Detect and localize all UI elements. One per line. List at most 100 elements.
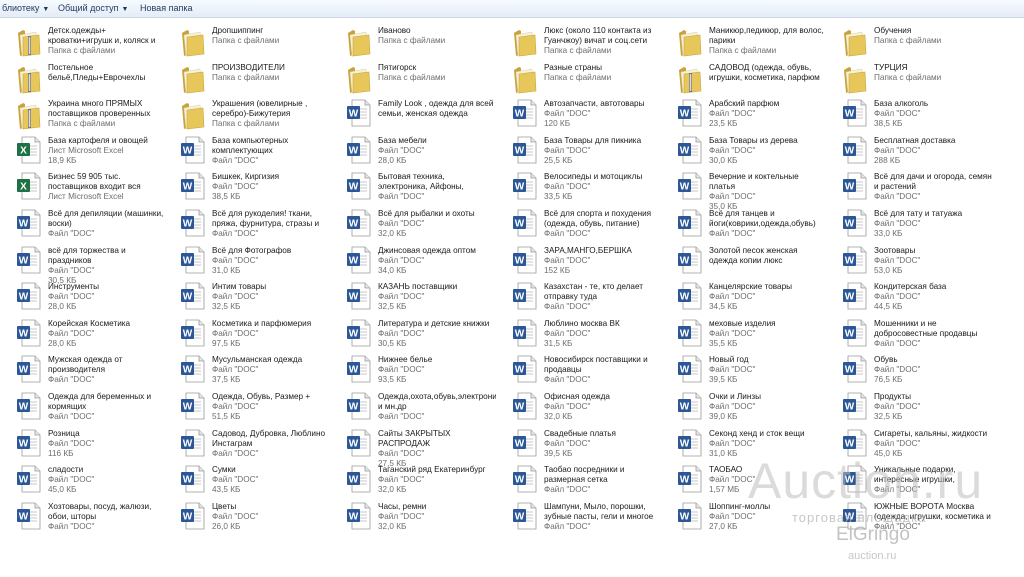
file-item[interactable]: W Продукты Файл "DOC" 32,5 КБ bbox=[828, 389, 988, 425]
svg-text:W: W bbox=[183, 475, 193, 486]
file-item[interactable]: W Одежда для беременных и кормящих Файл "D… bbox=[2, 389, 162, 425]
file-item[interactable]: W Автозапчасти, автотовары Файл "DOC" 120 К… bbox=[498, 96, 658, 132]
svg-text:W: W bbox=[183, 328, 193, 339]
file-item[interactable]: W Шампуни, Мыло, порошки, зубные пасты, г… bbox=[498, 499, 658, 535]
file-item[interactable]: W Бишкек, Киргизия Файл "DOC" 38,5 КБ bbox=[166, 169, 326, 205]
file-item[interactable]: W Бытовая техника, электроника, Айфоны, с… bbox=[332, 169, 492, 205]
svg-text:W: W bbox=[19, 438, 29, 449]
file-item[interactable]: САДОВОД (одежда, обувь, игрушки, космети… bbox=[663, 60, 823, 96]
file-item[interactable]: X Бизнес 59 905 тыс. поставщиков входит в… bbox=[2, 169, 162, 205]
file-item[interactable]: W Уникальные подарки, интересные игрушки,… bbox=[828, 462, 988, 498]
file-item[interactable]: W Новый год Файл "DOC" 39,5 КБ bbox=[663, 352, 823, 388]
file-item[interactable]: W Цветы Файл "DOC" 26,0 КБ bbox=[166, 499, 326, 535]
file-item[interactable]: W Всё для рукоделия! ткани, пряжа, фурнит… bbox=[166, 206, 326, 242]
file-item[interactable]: W База мебели Файл "DOC" 28,0 КБ bbox=[332, 133, 492, 169]
file-item[interactable]: W Офисная одежда Файл "DOC" 32,0 КБ bbox=[498, 389, 658, 425]
word-icon: W bbox=[842, 354, 868, 386]
file-item[interactable]: W Садовод, Дубровка, Люблино Инстаграм Фай… bbox=[166, 426, 326, 462]
file-item[interactable]: W Люблино москва ВК Файл "DOC" 31,5 КБ bbox=[498, 316, 658, 352]
file-item[interactable]: Детск.одежды+ кроватки+игрушк и, коляск … bbox=[2, 23, 162, 59]
file-item[interactable]: W Таганский ряд Екатеринбург Файл "DOC" 32,… bbox=[332, 462, 492, 498]
file-item[interactable]: Дропшиппинг Папка с файлами bbox=[166, 23, 326, 59]
file-item[interactable]: Постельное бельё,Пледы+Еврочехлы bbox=[2, 60, 162, 96]
file-item[interactable]: W База Товары для пикника Файл "DOC" 25,5 К… bbox=[498, 133, 658, 169]
file-item[interactable]: Wмеховые изделия Файл "DOC" 35,5 КБ bbox=[663, 316, 823, 352]
file-item[interactable]: W Таобао посредники и размерная сетка Файл… bbox=[498, 462, 658, 498]
file-item[interactable]: W Розница Файл "DOC" 116 КБ bbox=[2, 426, 162, 462]
file-item[interactable]: W Всё для спорта и похудения (одежда, обу… bbox=[498, 206, 658, 242]
word-icon: W bbox=[677, 245, 703, 277]
file-item[interactable]: W Секонд хенд и сток вещи Файл "DOC" 31,0 К… bbox=[663, 426, 823, 462]
file-item[interactable]: W Мужская одежда от производителя Файл "DO… bbox=[2, 352, 162, 388]
file-item[interactable]: W Косметика и парфюмерия Файл "DOC" 97,5 КБ bbox=[166, 316, 326, 352]
file-item[interactable]: W База компьютерных комплектующих Файл "DO… bbox=[166, 133, 326, 169]
file-item[interactable]: W Арабский парфюм Файл "DOC" 23,5 КБ bbox=[663, 96, 823, 132]
file-item[interactable]: Украина много ПРЯМЫХ поставщиков провере… bbox=[2, 96, 162, 132]
file-item[interactable]: W Family Look , одежда для всей семьи, же… bbox=[332, 96, 493, 132]
file-item[interactable]: Разные страны Папка с файлами bbox=[498, 60, 658, 96]
share-menu-button[interactable]: Общий доступ ▼ bbox=[58, 3, 128, 15]
file-item[interactable]: W Нижнее белье Файл "DOC" 93,5 КБ bbox=[332, 352, 492, 388]
file-type: Файл "DOC" bbox=[544, 328, 591, 338]
file-item[interactable]: W Интим товары Файл "DOC" 32,5 КБ bbox=[166, 279, 326, 315]
file-item[interactable]: W Мошенники и не добросовестные продавцы Ф… bbox=[828, 316, 988, 352]
file-item[interactable]: W КАЗАНЬ поставщики Файл "DOC" 32,5 КБ bbox=[332, 279, 492, 315]
file-item[interactable]: W Одежда, Обувь, Размер + Файл "DOC" 51,5 К… bbox=[166, 389, 326, 425]
file-item[interactable]: Маникюр,педикюр, для волос, парики Папка … bbox=[663, 23, 824, 59]
file-item[interactable]: Украшения (ювелирные , серебро)-Бижутери… bbox=[166, 96, 326, 132]
file-item[interactable]: W ЗАРА,МАНГО,БЕРШКА Файл "DOC" 152 КБ bbox=[498, 243, 658, 279]
file-text: сладости Файл "DOC" 45,0 КБ bbox=[48, 465, 166, 495]
file-item[interactable]: W Часы, ремни Файл "DOC" 32,0 КБ bbox=[332, 499, 492, 535]
word-icon: W bbox=[512, 464, 538, 496]
file-item[interactable]: W Золотой песок женская одежда копии люкс bbox=[663, 243, 823, 279]
file-item[interactable]: W Кондитерская база Файл "DOC" 44,5 КБ bbox=[828, 279, 988, 315]
file-item[interactable]: W Казахстан - те, кто делает отправку туд… bbox=[498, 279, 658, 315]
file-item[interactable]: W Зоотовары Файл "DOC" 53,0 КБ bbox=[828, 243, 988, 279]
file-item[interactable]: Wвсё для торжества и праздников Файл "DOC… bbox=[2, 243, 162, 285]
file-item[interactable]: W Всё для танцев и йоги(коврики,одежда,об… bbox=[663, 206, 823, 242]
file-item[interactable]: W Джинсовая одежда оптом Файл "DOC" 34,0 КБ bbox=[332, 243, 492, 279]
file-item[interactable]: W Корейская Косметика Файл "DOC" 28,0 КБ bbox=[2, 316, 162, 352]
file-item[interactable]: W Свадебные платья Файл "DOC" 39,5 КБ bbox=[498, 426, 658, 462]
file-item[interactable]: Обучения Папка с файлами bbox=[828, 23, 988, 59]
file-item[interactable]: W Всё для Фотографов Файл "DOC" 31,0 КБ bbox=[166, 243, 326, 279]
file-item[interactable]: W Всё для тату и татуажа Файл "DOC" 33,0 КБ bbox=[828, 206, 988, 242]
file-item[interactable]: W Сигареты, кальяны, жидкости Файл "DOC" 45… bbox=[828, 426, 988, 462]
file-item[interactable]: W Сайты ЗАКРЫТЫХ РАСПРОДАЖ Файл "DOC" 27,5 … bbox=[332, 426, 492, 468]
file-item[interactable]: W Всё для депиляции (машинки, воски) Файл … bbox=[2, 206, 163, 242]
file-item[interactable]: W Очки и Линзы Файл "DOC" 39,0 КБ bbox=[663, 389, 823, 425]
file-item[interactable]: W Обувь Файл "DOC" 76,5 КБ bbox=[828, 352, 988, 388]
file-item[interactable]: W Хозтовары, посуд, жалюзи, обои, шторы Фа… bbox=[2, 499, 162, 535]
file-item[interactable]: Пятигорск Папка с файлами bbox=[332, 60, 492, 96]
file-item[interactable]: W Канцелярские товары Файл "DOC" 34,5 КБ bbox=[663, 279, 823, 315]
file-item[interactable]: Люкс (около 110 контакта из Гуанчжоу) ви… bbox=[498, 23, 658, 59]
file-item[interactable]: W Новосибирск поставщики и продавцы Файл "… bbox=[498, 352, 658, 388]
file-item[interactable]: W Всё для дачи и огорода, семян и растени… bbox=[828, 169, 992, 205]
library-menu-button[interactable]: блиотеку ▼ bbox=[2, 3, 49, 15]
file-item[interactable]: W База Товары из дерева Файл "DOC" 30,0 КБ bbox=[663, 133, 823, 169]
file-item[interactable]: W ТАОБАО Файл "DOC" 1,57 МБ bbox=[663, 462, 823, 498]
file-item[interactable]: Wсладости Файл "DOC" 45,0 КБ bbox=[2, 462, 162, 498]
file-item[interactable]: W Инструменты Файл "DOC" 28,0 КБ bbox=[2, 279, 162, 315]
word-icon: W bbox=[842, 98, 868, 130]
file-item[interactable]: W ЮЖНЫЕ ВОРОТА Москва (одежда, игрушки, к… bbox=[828, 499, 991, 535]
file-item[interactable]: W Велосипеды и мотоциклы Файл "DOC" 33,5 КБ bbox=[498, 169, 658, 205]
file-item[interactable]: Иваново Папка с файлами bbox=[332, 23, 492, 59]
file-item[interactable]: W Литература и детские книжки Файл "DOC" 30… bbox=[332, 316, 492, 352]
file-item[interactable]: ПРОИЗВОДИТЕЛИ Папка с файлами bbox=[166, 60, 326, 96]
file-item[interactable]: W Сумки Файл "DOC" 43,5 КБ bbox=[166, 462, 326, 498]
new-folder-button[interactable]: Новая папка bbox=[140, 3, 192, 14]
file-item[interactable]: X База картофеля и овощей Лист Microsoft E… bbox=[2, 133, 162, 169]
file-item[interactable]: ТУРЦИЯ Папка с файлами bbox=[828, 60, 988, 96]
file-item[interactable]: W Бесплатная доставка Файл "DOC" 288 КБ bbox=[828, 133, 988, 169]
word-icon: W bbox=[512, 318, 538, 350]
file-item[interactable]: W База алкоголь Файл "DOC" 38,5 КБ bbox=[828, 96, 988, 132]
file-item[interactable]: W Одежда,охота,обувь,электроника и мн.др Ф… bbox=[332, 389, 496, 425]
file-text: Всё для рыбалки и охоты Файл "DOC" 32,0 КБ bbox=[378, 209, 496, 239]
file-name: Детск.одежды+ кроватки+игрушк и, коляск … bbox=[48, 26, 156, 45]
file-item[interactable]: W Шоппинг-моллы Файл "DOC" 27,0 КБ bbox=[663, 499, 823, 535]
file-item[interactable]: W Мусульманская одежда Файл "DOC" 37,5 КБ bbox=[166, 352, 326, 388]
file-name: ЗАРА,МАНГО,БЕРШКА bbox=[544, 245, 632, 255]
file-item[interactable]: W Вечерние и коктельные платья Файл "DOC" 3… bbox=[663, 169, 823, 211]
file-item[interactable]: W Всё для рыбалки и охоты Файл "DOC" 32,0 К… bbox=[332, 206, 492, 242]
